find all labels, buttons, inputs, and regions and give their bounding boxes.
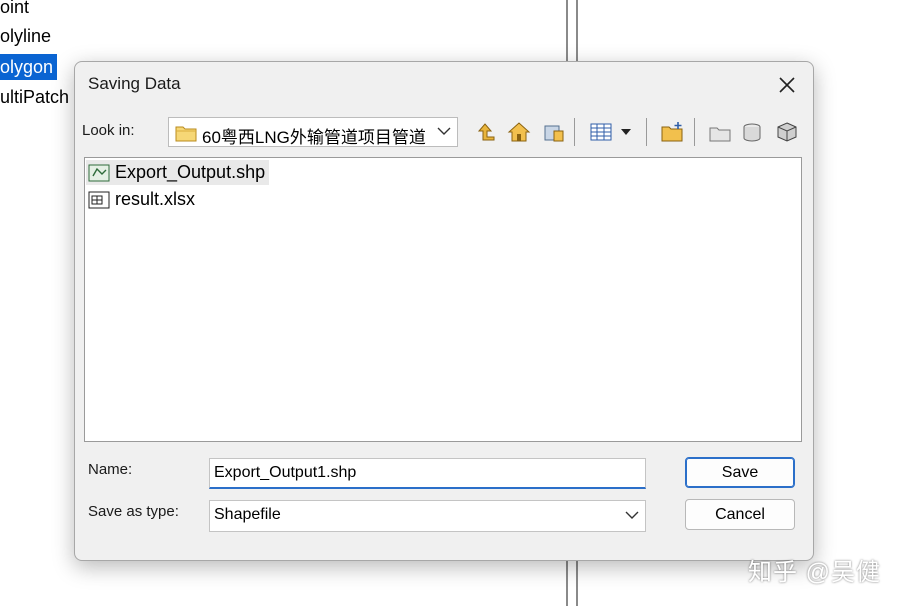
- chevron-down-icon: [437, 127, 451, 135]
- list-item-polygon[interactable]: olygon: [0, 54, 58, 80]
- dialog-title: Saving Data: [88, 74, 181, 93]
- save-as-type-label: Save as type:: [88, 503, 179, 520]
- home-button[interactable]: [504, 117, 534, 147]
- new-file-icon: [709, 127, 731, 142]
- watermark: 知乎 @吴健: [748, 559, 882, 586]
- toolbar-separator: [694, 118, 695, 146]
- shapefile-icon: [88, 164, 110, 181]
- table-icon: [88, 191, 110, 208]
- look-in-dropdown[interactable]: 60粤西LNG外输管道项目管道: [168, 117, 458, 147]
- file-name-input[interactable]: Export_Output1.shp: [209, 458, 646, 489]
- connect-database-icon: [777, 122, 797, 142]
- save-as-type-dropdown[interactable]: Shapefile: [209, 500, 646, 532]
- cancel-button[interactable]: Cancel: [685, 499, 795, 530]
- list-item-multipatch[interactable]: ultiPatch: [0, 84, 73, 110]
- connect-folder-icon: [544, 125, 564, 142]
- folder-icon: [175, 126, 197, 142]
- up-one-level-icon: [477, 123, 495, 141]
- new-folder-button[interactable]: [658, 117, 688, 147]
- file-item-result[interactable]: result.xlsx: [86, 187, 199, 212]
- look-in-label: Look in:: [82, 122, 135, 139]
- file-item-export-output[interactable]: Export_Output.shp: [86, 160, 270, 185]
- new-file-button[interactable]: [705, 117, 735, 147]
- file-name: Export_Output.shp: [115, 162, 266, 182]
- connect-folder-button[interactable]: [539, 117, 569, 147]
- toolbar-separator: [646, 118, 647, 146]
- new-database-icon: [743, 123, 761, 142]
- list-item-polyline[interactable]: olyline: [0, 23, 55, 49]
- close-button[interactable]: [767, 70, 807, 100]
- view-list-icon: [590, 123, 612, 141]
- close-icon: [779, 77, 795, 93]
- home-icon: [507, 122, 531, 142]
- view-list-button[interactable]: [586, 117, 616, 147]
- save-button[interactable]: Save: [685, 457, 795, 488]
- new-database-button[interactable]: [738, 117, 768, 147]
- saving-data-dialog: Saving Data Look in: 60粤西LNG外输管道项目管道 Exp…: [74, 61, 814, 561]
- toolbar-separator: [574, 118, 575, 146]
- new-folder-icon: [661, 122, 683, 142]
- view-dropdown-button[interactable]: [616, 117, 636, 147]
- save-as-type-value: Shapefile: [214, 506, 281, 523]
- chevron-down-icon: [625, 511, 639, 519]
- list-item-point[interactable]: oint: [0, 0, 33, 20]
- file-list[interactable]: Export_Output.shp result.xlsx: [84, 157, 802, 442]
- look-in-value: 60粤西LNG外输管道项目管道: [202, 128, 426, 147]
- up-one-level-button[interactable]: [471, 117, 501, 147]
- view-dropdown-icon: [621, 129, 631, 135]
- file-name: result.xlsx: [115, 189, 196, 209]
- name-label: Name:: [88, 461, 133, 478]
- connect-database-button[interactable]: [772, 117, 802, 147]
